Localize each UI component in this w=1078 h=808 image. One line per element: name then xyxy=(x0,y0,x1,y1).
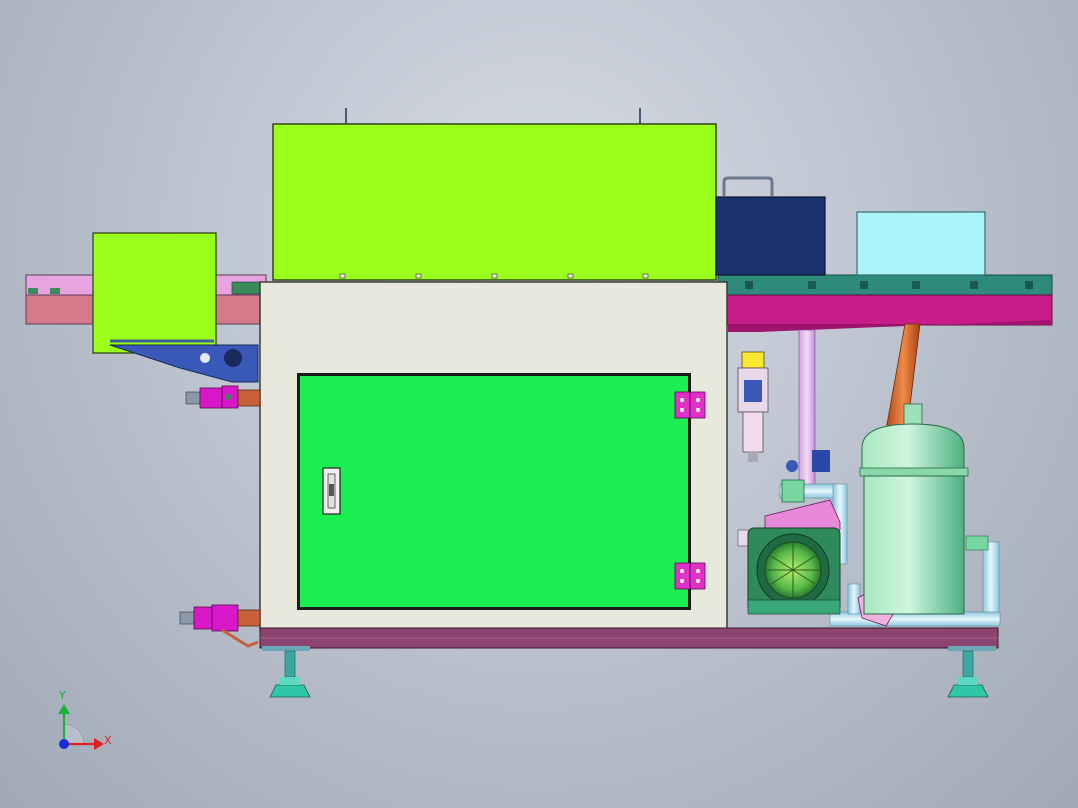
support-bracket xyxy=(109,344,259,383)
top-enclosure xyxy=(272,108,717,281)
air-filter-regulator xyxy=(737,351,769,462)
upper-left-valve xyxy=(185,385,261,409)
door-hinge-icon xyxy=(674,562,706,590)
receiver-tank xyxy=(859,403,969,615)
y-axis-label: Y xyxy=(58,689,66,702)
cabinet-door[interactable] xyxy=(297,373,691,610)
lower-left-valve xyxy=(179,604,261,648)
xyz-axis-triad-icon: Y X xyxy=(58,689,112,750)
left-feed-enclosure xyxy=(92,232,217,354)
x-axis-label: X xyxy=(104,734,112,747)
vacuum-pump xyxy=(737,479,841,615)
vertical-pipe xyxy=(786,329,830,486)
assembly-drawing: Y X xyxy=(25,108,1053,750)
leveling-foot-icon xyxy=(947,650,989,698)
door-hinge-icon xyxy=(674,391,706,419)
door-latch-icon[interactable] xyxy=(322,467,341,515)
leveling-foot-icon xyxy=(269,650,311,698)
cyan-box xyxy=(856,211,986,276)
z-axis-origin xyxy=(59,739,69,749)
base-frame xyxy=(259,627,999,651)
control-box xyxy=(715,176,826,276)
cad-viewport[interactable]: Y X xyxy=(0,0,1078,808)
right-conveyor xyxy=(717,274,1053,332)
